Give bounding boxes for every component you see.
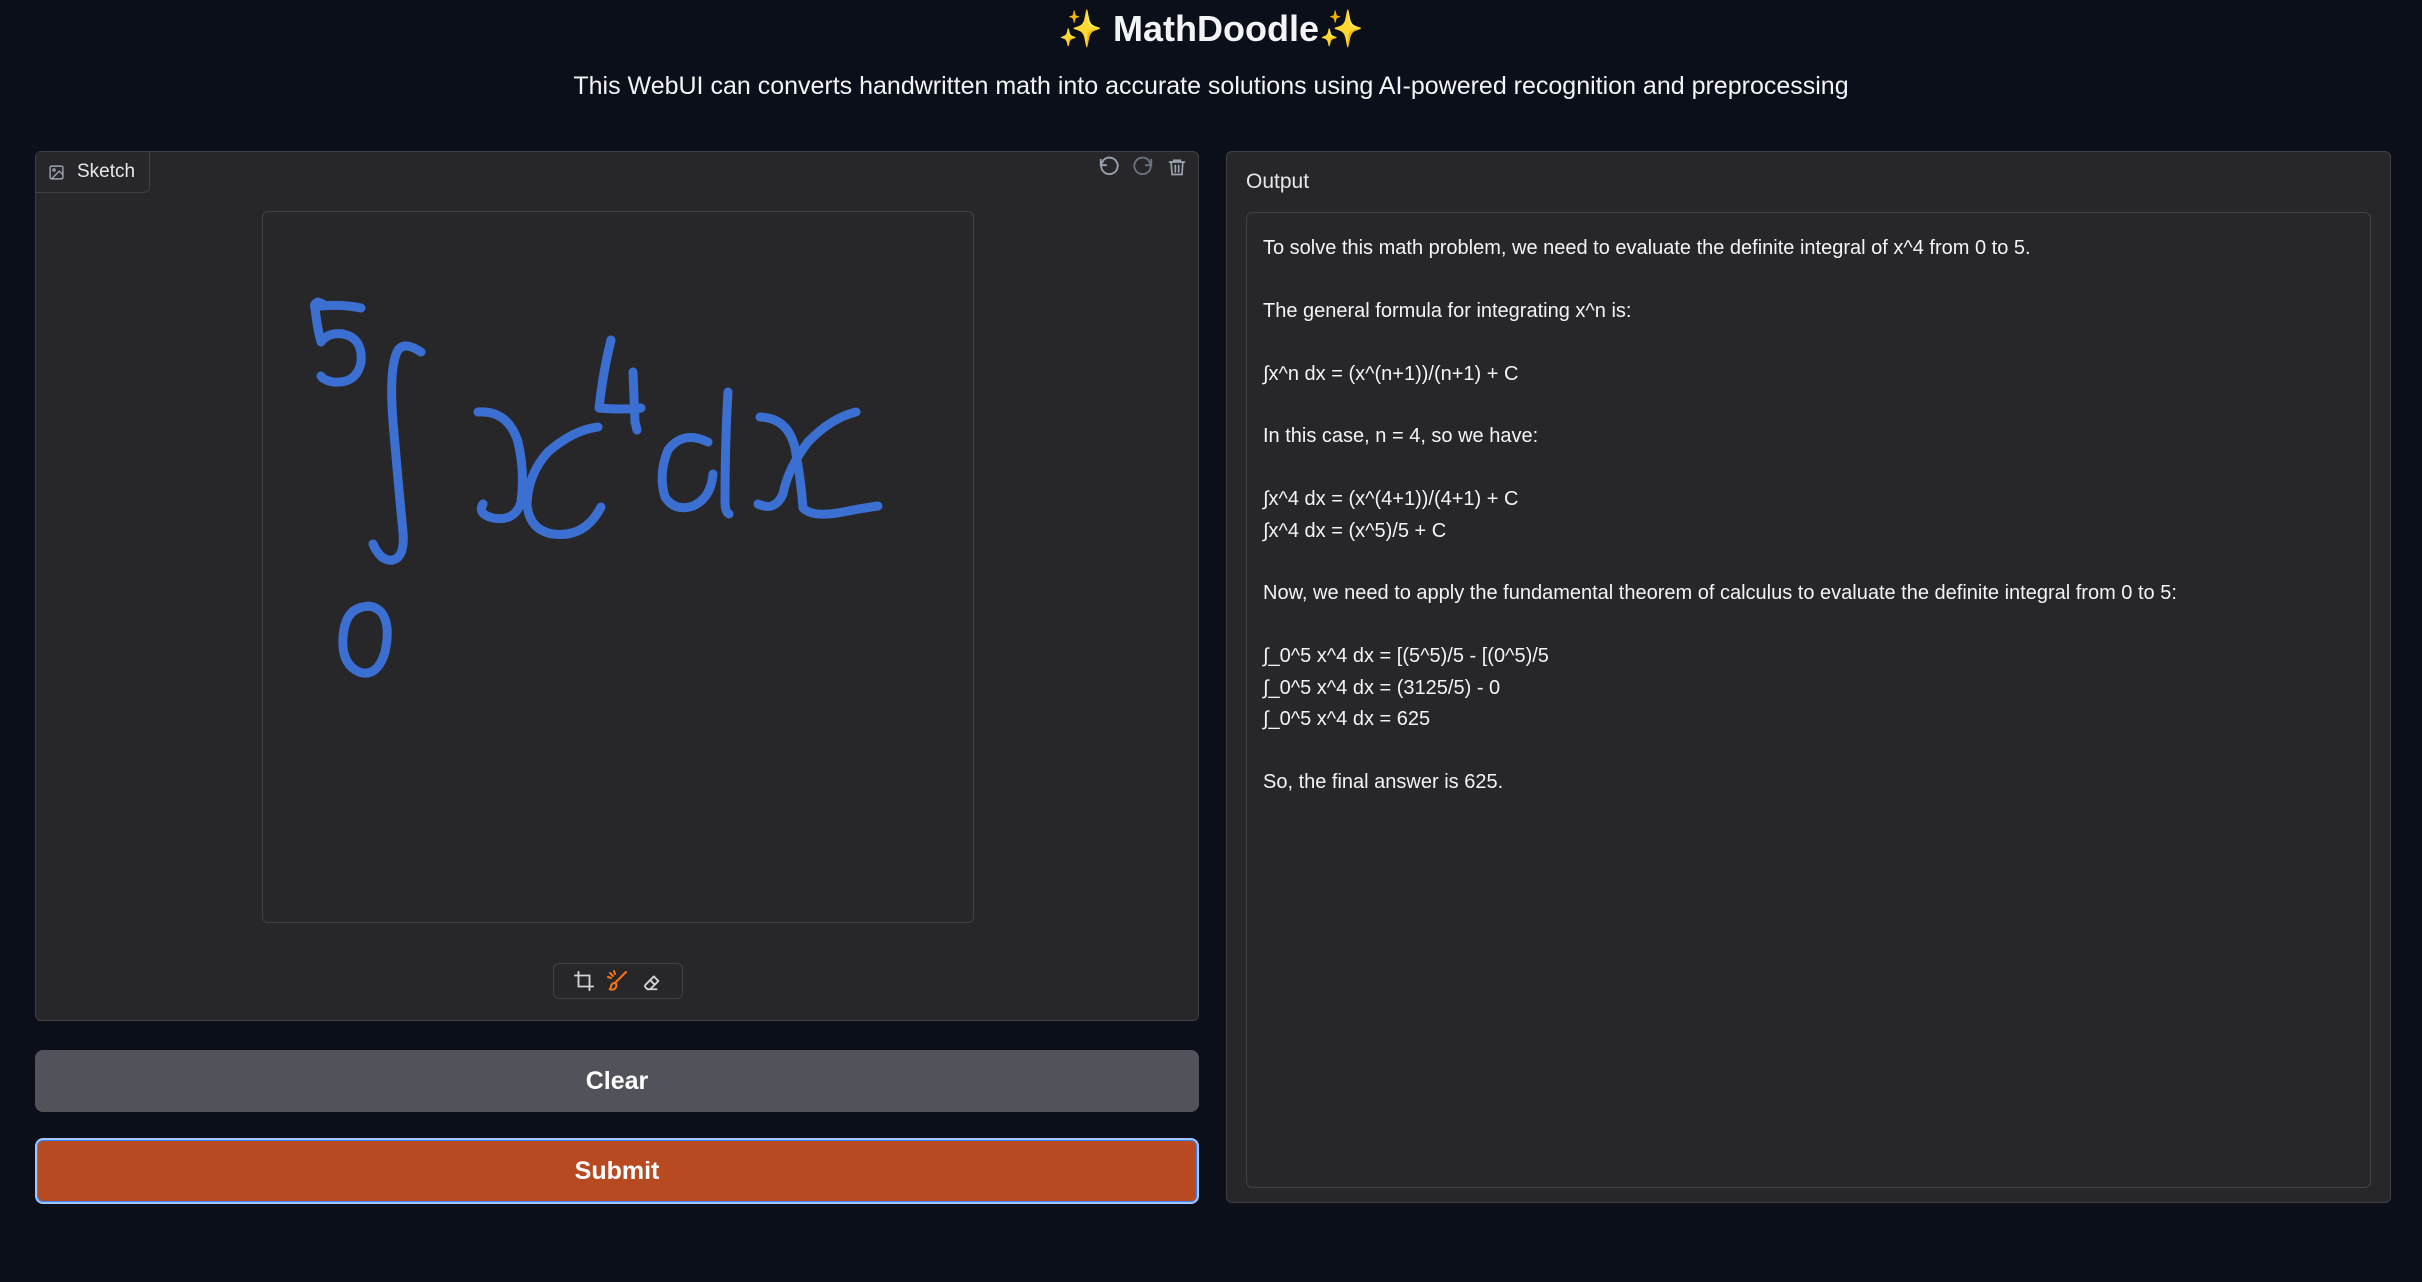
output-line: ∫x^4 dx = (x^5)/5 + C	[1263, 519, 1447, 542]
image-icon	[48, 164, 65, 181]
canvas-top-toolbar	[1090, 152, 1196, 182]
trash-icon[interactable]	[1162, 152, 1192, 182]
output-line: To solve this math problem, we need to e…	[1263, 237, 2031, 259]
output-line: So, the final answer is 625.	[1263, 770, 1504, 793]
output-line: ∫x^n dx = (x^(n+1))/(n+1) + C	[1263, 362, 1519, 385]
output-label: Output	[1246, 170, 1310, 193]
page-title: ✨ MathDoodle✨	[1058, 8, 1364, 49]
output-line: The general formula for integrating x^n …	[1263, 299, 1632, 322]
submit-button[interactable]: Submit	[35, 1138, 1199, 1204]
output-line: ∫_0^5 x^4 dx = (3125/5) - 0	[1263, 676, 1501, 699]
output-line: ∫_0^5 x^4 dx = 625	[1263, 708, 1431, 730]
output-line: In this case, n = 4, so we have:	[1263, 425, 1539, 448]
canvas-bottom-toolbar	[553, 963, 683, 999]
output-panel: Output To solve this math problem, we ne…	[1226, 151, 2391, 1203]
redo-icon[interactable]	[1128, 152, 1158, 182]
brush-icon[interactable]	[604, 967, 632, 995]
crop-icon[interactable]	[570, 967, 598, 995]
undo-icon[interactable]	[1094, 152, 1124, 182]
output-line: Now, we need to apply the fundamental th…	[1263, 582, 2177, 605]
clear-button[interactable]: Clear	[35, 1050, 1199, 1112]
output-line: ∫_0^5 x^4 dx = [(5^5)/5 - [(0^5)/5	[1263, 645, 1549, 668]
sketch-tab: Sketch	[36, 152, 151, 193]
sketch-tab-label: Sketch	[77, 161, 136, 182]
page-subtitle: This WebUI can converts handwritten math…	[573, 72, 1849, 100]
output-line: ∫x^4 dx = (x^(4+1))/(4+1) + C	[1263, 488, 1519, 511]
sketch-canvas[interactable]	[262, 211, 974, 923]
handwritten-integral-drawing	[309, 297, 883, 678]
sketch-panel: Sketch	[35, 151, 1199, 1021]
eraser-icon[interactable]	[638, 967, 666, 995]
output-textbox[interactable]: To solve this math problem, we need to e…	[1246, 212, 2371, 1188]
